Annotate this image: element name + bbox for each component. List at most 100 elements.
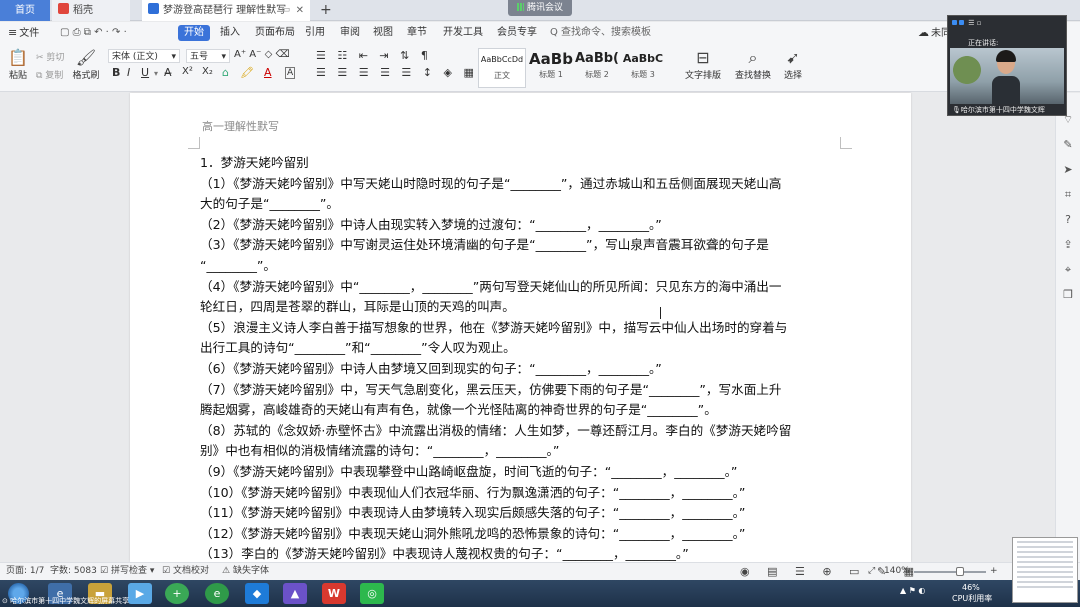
menu-chapter[interactable]: 章节	[407, 25, 427, 41]
doc-line: （2）《梦游天姥吟留别》中诗人由现实转入梦境的过渡句：“________，___…	[200, 216, 662, 232]
magnifier-icon: ⌕	[748, 48, 758, 67]
zoom-slider[interactable]	[914, 571, 986, 573]
tencent-meeting-icon[interactable]: ◆	[245, 583, 269, 604]
location-icon[interactable]: ⌖	[1056, 257, 1080, 282]
style-normal[interactable]: AaBbCcDd 正文	[478, 48, 526, 88]
pen-icon[interactable]: ✎	[1056, 132, 1080, 157]
green-plus-icon[interactable]: +	[165, 583, 189, 604]
add-tab-button[interactable]: +	[320, 0, 332, 21]
text-layout-icon: ⊟	[696, 48, 710, 67]
highlight-icon[interactable]: 🖍	[240, 66, 254, 79]
menu-layout[interactable]: 页面布局	[255, 25, 295, 41]
superscript-button[interactable]: X²	[182, 66, 193, 77]
font-size-select[interactable]: 五号 ▾	[186, 49, 230, 63]
help-icon[interactable]: ?	[1056, 207, 1080, 232]
list-buttons[interactable]: ☰ ☷ ⇤ ⇥ ⇅ ¶	[316, 49, 432, 62]
menu-review[interactable]: 审阅	[340, 25, 360, 41]
doc-line: 大的句子是“________”。	[200, 196, 339, 212]
style-heading-1[interactable]: AaBb 标题 1	[528, 48, 574, 88]
crop-icon[interactable]: ⌗	[1056, 182, 1080, 207]
format-painter-button[interactable]: 🖌 格式刷	[72, 48, 100, 81]
font-grow-shrink-buttons[interactable]: A⁺ A⁻ ◇ ⌫	[234, 49, 290, 60]
screen-thumbnail[interactable]	[1012, 537, 1078, 603]
page-indicator[interactable]: 页面: 1/7	[6, 563, 44, 580]
zoom-out-button[interactable]: −	[905, 563, 913, 580]
brush-icon: 🖌	[75, 48, 97, 67]
text-layout-label: 文字排版	[684, 71, 721, 81]
speaker-name-label: 哈尔滨市第十四中学魏文辉	[960, 106, 1045, 114]
pin-icon[interactable]: ▭	[281, 0, 290, 21]
copy-icon: ⧉	[36, 71, 46, 81]
zoom-slider-handle[interactable]	[956, 567, 964, 576]
document-page[interactable]: 高一理解性默写 1．梦游天姥吟留别 （1）《梦游天姥吟留别》中写天姥山时隐时现的…	[130, 93, 911, 562]
text-layout-button[interactable]: ⊟ 文字排版	[684, 48, 722, 81]
document-canvas: 高一理解性默写 1．梦游天姥吟留别 （1）《梦游天姥吟留别》中写天姥山时隐时现的…	[0, 93, 1055, 562]
margin-mark-right	[840, 137, 852, 149]
cpu-percent: 46%	[962, 583, 980, 592]
select-button[interactable]: ➹ 选择	[778, 48, 808, 81]
zoom-in-button[interactable]: +	[990, 563, 998, 580]
style-heading-3-sample: AaBbC	[622, 52, 664, 65]
fit-icon[interactable]: ⤢	[868, 563, 875, 580]
style-heading-3[interactable]: AaBbC 标题 3	[620, 48, 666, 88]
strikethrough-button[interactable]: A̶	[164, 66, 172, 79]
menu-insert[interactable]: 插入	[220, 25, 240, 41]
tab-daoke[interactable]: 稻壳	[52, 0, 130, 21]
meeting-video-window[interactable]: ☰ ▫ 正在讲话: 🎙哈尔滨市第十四中学魏文辉	[947, 15, 1067, 116]
wechat-icon[interactable]: ◎	[360, 583, 384, 604]
menu-start[interactable]: 开始	[178, 25, 210, 41]
missing-font[interactable]: ⚠ 缺失字体	[222, 563, 269, 580]
cut-button[interactable]: ✂ 剪切	[36, 50, 64, 63]
copy-button[interactable]: ⧉ 复制	[36, 68, 63, 81]
video-controls[interactable]: ☰ ▫	[948, 16, 1066, 30]
italic-button[interactable]: I	[127, 66, 130, 79]
format-painter-label: 格式刷	[72, 71, 100, 81]
doc-line: 出行工具的诗句“________”和“________”令人叹为观止。	[200, 340, 516, 356]
meeting-badge[interactable]: 腾讯会议	[508, 0, 572, 16]
tab-document[interactable]: 梦游登高琵琶行 理解性默写 ▭ ✕	[142, 0, 310, 21]
menu-developer[interactable]: 开发工具	[443, 25, 483, 41]
menu-member[interactable]: 会员专享	[497, 25, 537, 41]
subscript-button[interactable]: X₂	[202, 66, 213, 77]
clear-format-icon[interactable]: ⌂	[222, 66, 229, 79]
document-body[interactable]: 1．梦游天姥吟留别 （1）《梦游天姥吟留别》中写天姥山时隐时现的句子是“____…	[200, 153, 850, 565]
close-tab-icon[interactable]: ✕	[296, 0, 304, 21]
doc-line: （10）《梦游天姥吟留别》中表现仙人们衣冠华丽、行为飘逸潇洒的句子：“_____…	[200, 484, 746, 500]
paste-button[interactable]: 📋 粘贴	[6, 48, 30, 81]
title-tab-bar: 首页 稻壳 梦游登高琵琶行 理解性默写 ▭ ✕ + 腾讯会议	[0, 0, 1080, 21]
mountain-app-icon[interactable]: ▲	[283, 583, 307, 604]
tab-document-label: 梦游登高琵琶行 理解性默写	[163, 5, 287, 16]
360-browser-icon[interactable]: e	[205, 583, 229, 604]
tab-home[interactable]: 首页	[0, 0, 50, 21]
find-replace-button[interactable]: ⌕ 查找替换	[733, 48, 773, 81]
share-icon[interactable]: ⇪	[1056, 232, 1080, 257]
wps-doc-icon	[148, 3, 159, 14]
signal-bars-icon	[516, 3, 524, 11]
word-count[interactable]: 字数: 5083	[50, 563, 97, 580]
char-border-button[interactable]: A	[285, 67, 296, 79]
find-replace-label: 查找替换	[734, 71, 771, 81]
menu-file[interactable]: ≡ 文件	[8, 25, 39, 41]
speaker-name: 🎙哈尔滨市第十四中学魏文辉	[948, 104, 1066, 116]
pointer-icon[interactable]: ➤	[1056, 157, 1080, 182]
font-color-button[interactable]: A	[264, 66, 272, 79]
bold-button[interactable]: B	[112, 66, 120, 79]
quick-access-icons[interactable]: ▢ ⎙ ⧉ ↶ · ↷ ·	[60, 25, 127, 41]
underline-dropdown-icon[interactable]: ▾	[154, 69, 158, 78]
menu-view[interactable]: 视图	[373, 25, 393, 41]
command-search[interactable]: Q 查找命令、搜索模板	[550, 25, 651, 41]
meeting-badge-label: 腾讯会议	[526, 3, 563, 13]
underline-button[interactable]: U	[141, 66, 149, 79]
system-tray[interactable]: ▲ ⚑ ◐ 46% CPU利用率	[900, 582, 1010, 606]
ribbon-menu-bar: ≡ 文件 ▢ ⎙ ⧉ ↶ · ↷ · 开始 插入 页面布局 引用 审阅 视图 章节…	[0, 22, 1080, 44]
alignment-buttons[interactable]: ☰ ☰ ☰ ☰ ☰ ↕ ◈ ▦	[316, 66, 478, 79]
font-name-select[interactable]: 宋体 (正文) ▾	[108, 49, 180, 63]
menu-references[interactable]: 引用	[305, 25, 325, 41]
wps-icon[interactable]: W	[322, 583, 346, 604]
book-icon[interactable]: ❒	[1056, 282, 1080, 307]
font-size-value: 五号	[190, 52, 209, 62]
style-heading-2[interactable]: AaBb(标题 2	[574, 48, 620, 88]
tray-icons[interactable]: ▲ ⚑ ◐	[900, 586, 925, 595]
doc-proof[interactable]: ☑ 文档校对	[162, 563, 209, 580]
spell-check[interactable]: ☑ 拼写检查 ▾	[100, 563, 154, 580]
